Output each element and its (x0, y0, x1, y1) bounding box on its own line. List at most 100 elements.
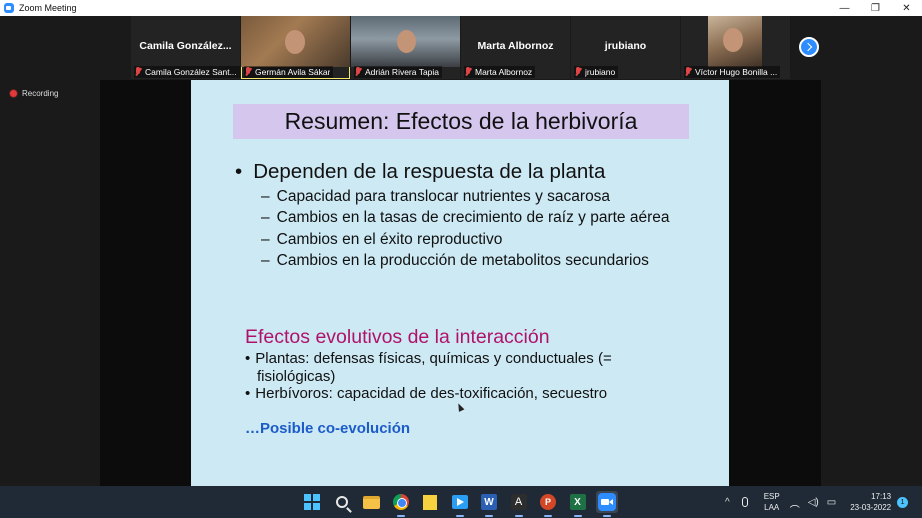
participant-tile[interactable]: Adrián Rivera Tapia (351, 16, 460, 79)
dash-glyph: – (261, 252, 270, 269)
participant-label: Germán Avila Sákar (244, 66, 334, 78)
participant-label: Marta Albornoz (464, 66, 536, 78)
recording-dot-icon (9, 89, 18, 98)
participant-label: jrubiano (574, 66, 619, 78)
sub-bullet-text: Cambios en el éxito reproductivo (276, 231, 503, 248)
taskbar-apps: W A P X (301, 491, 626, 517)
participant-label: Adrián Rivera Tapia (354, 66, 443, 78)
participant-name: jrubiano (585, 67, 616, 77)
muted-mic-icon (244, 67, 252, 77)
closing-line: …Posible co-evolución (245, 420, 411, 437)
acrobat-icon[interactable]: A (508, 491, 530, 517)
slide-title: Resumen: Efectos de la herbivoría (284, 108, 638, 134)
section-heading: Efectos evolutivos de la interacción (245, 326, 550, 348)
powerpoint-icon[interactable]: P (537, 491, 559, 517)
muted-mic-icon (464, 67, 472, 77)
participant-label: Víctor Hugo Bonilla ... (684, 66, 781, 78)
participant-big-name: jrubiano (604, 40, 647, 52)
section-bullet-text: Herbívoros: capacidad de des-toxificació… (255, 385, 608, 402)
participant-video (351, 16, 460, 67)
presentation-slide: Resumen: Efectos de la herbivoría • Depen… (191, 80, 729, 486)
start-icon[interactable] (301, 491, 323, 513)
main-bullet: • Dependen de la respuesta de la planta (235, 160, 605, 184)
media-icon[interactable] (449, 491, 471, 517)
participant-name: Germán Avila Sákar (255, 67, 331, 77)
minimize-button[interactable]: — (829, 0, 860, 16)
windows-taskbar: W A P X ^ ESP LAA ︵ ◁) ▭ 17:13 23-03-202… (0, 486, 922, 518)
wifi-icon[interactable]: ︵ (790, 495, 800, 510)
next-page-arrow-icon[interactable] (799, 37, 819, 57)
participant-tile[interactable]: Camila González... Camila González Sant.… (131, 16, 240, 79)
sub-bullet-text: Capacidad para translocar nutrientes y s… (276, 188, 611, 205)
participant-label: Camila González Sant... (134, 66, 240, 78)
participant-tile-active-speaker[interactable]: Germán Avila Sákar (241, 16, 350, 79)
excel-icon[interactable]: X (567, 491, 589, 517)
sub-bullet-text: Cambios en la tasas de crecimiento de ra… (276, 209, 670, 226)
ppt-glyph: P (540, 494, 556, 510)
window-controls: — ❐ ✕ (829, 0, 922, 16)
participant-big-name: Marta Albornoz (477, 40, 554, 52)
dash-glyph: – (261, 231, 270, 248)
file-explorer-icon[interactable] (360, 491, 382, 513)
notification-badge[interactable]: 1 (897, 496, 909, 508)
window-title: Zoom Meeting (19, 3, 77, 13)
word-icon[interactable]: W (478, 491, 500, 517)
restore-button[interactable]: ❐ (860, 0, 891, 16)
participant-name: Víctor Hugo Bonilla ... (695, 67, 778, 77)
close-button[interactable]: ✕ (891, 0, 922, 16)
participant-tile[interactable]: jrubiano jrubiano (571, 16, 680, 79)
participant-tile[interactable]: Marta Albornoz Marta Albornoz (461, 16, 570, 79)
meeting-stage: Camila González... Camila González Sant.… (0, 16, 922, 486)
language-code: ESP (763, 492, 780, 501)
participant-strip: Camila González... Camila González Sant.… (131, 16, 791, 79)
acrobat-glyph: A (510, 494, 527, 510)
muted-mic-icon (574, 67, 582, 77)
recording-indicator[interactable]: Recording (9, 89, 58, 98)
dash-glyph: – (261, 188, 270, 205)
volume-icon[interactable]: ◁) (808, 497, 819, 508)
participant-tile[interactable]: Víctor Hugo Bonilla ... (681, 16, 790, 79)
section-bullet-text: Plantas: defensas físicas, químicas y co… (255, 350, 612, 367)
sub-bullet: – Cambios en la producción de metabolitos… (261, 252, 649, 270)
section-bullet-continuation: fisiológicas) (257, 368, 336, 385)
bullet-glyph: • (235, 160, 243, 183)
sticky-notes-icon[interactable] (419, 491, 441, 513)
search-icon[interactable] (331, 491, 353, 513)
clock[interactable]: 17:13 23-03-2022 (850, 491, 891, 513)
slide-title-box: Resumen: Efectos de la herbivoría (233, 104, 689, 139)
zoom-icon[interactable] (596, 491, 618, 517)
participant-name: Camila González Sant... (145, 67, 237, 77)
main-bullet-text: Dependen de la respuesta de la planta (253, 160, 606, 183)
participant-video (708, 16, 762, 67)
excel-glyph: X (569, 494, 586, 510)
word-glyph: W (481, 494, 497, 510)
participant-video (241, 16, 350, 67)
sub-bullet-text: Cambios en la producción de metabolitos … (276, 252, 649, 269)
battery-icon[interactable]: ▭ (827, 497, 836, 508)
recording-label: Recording (22, 89, 59, 98)
participant-name: Marta Albornoz (475, 67, 533, 77)
sub-bullet: – Cambios en la tasas de crecimiento de r… (261, 209, 670, 227)
participant-big-name: Camila González... (139, 40, 232, 52)
chrome-icon[interactable] (390, 491, 412, 517)
clock-time: 17:13 (871, 492, 892, 501)
system-tray: ^ ESP LAA ︵ ◁) ▭ 17:13 23-03-2022 1 (725, 486, 909, 518)
dash-glyph: – (261, 209, 270, 226)
microphone-icon[interactable] (741, 497, 748, 507)
language-indicator[interactable]: ESP LAA (764, 491, 780, 513)
clock-date: 23-03-2022 (850, 503, 892, 512)
participant-name: Adrián Rivera Tapia (365, 67, 440, 77)
bullet-glyph: • (245, 385, 251, 402)
participant-face (723, 28, 743, 52)
sub-bullet: – Capacidad para translocar nutrientes y … (261, 188, 610, 206)
zoom-app-icon (4, 3, 14, 13)
section-bullet: • Plantas: defensas físicas, químicas y c… (245, 350, 612, 367)
participant-face (285, 30, 305, 54)
section-bullet: • Herbívoros: capacidad de des-toxificaci… (245, 385, 607, 402)
keyboard-layout: LAA (764, 503, 780, 512)
muted-mic-icon (354, 67, 362, 77)
muted-mic-icon (134, 67, 142, 77)
show-hidden-icons-chevron-icon[interactable]: ^ (725, 497, 730, 508)
bullet-glyph: • (245, 350, 251, 367)
sub-bullet: – Cambios en el éxito reproductivo (261, 231, 502, 249)
